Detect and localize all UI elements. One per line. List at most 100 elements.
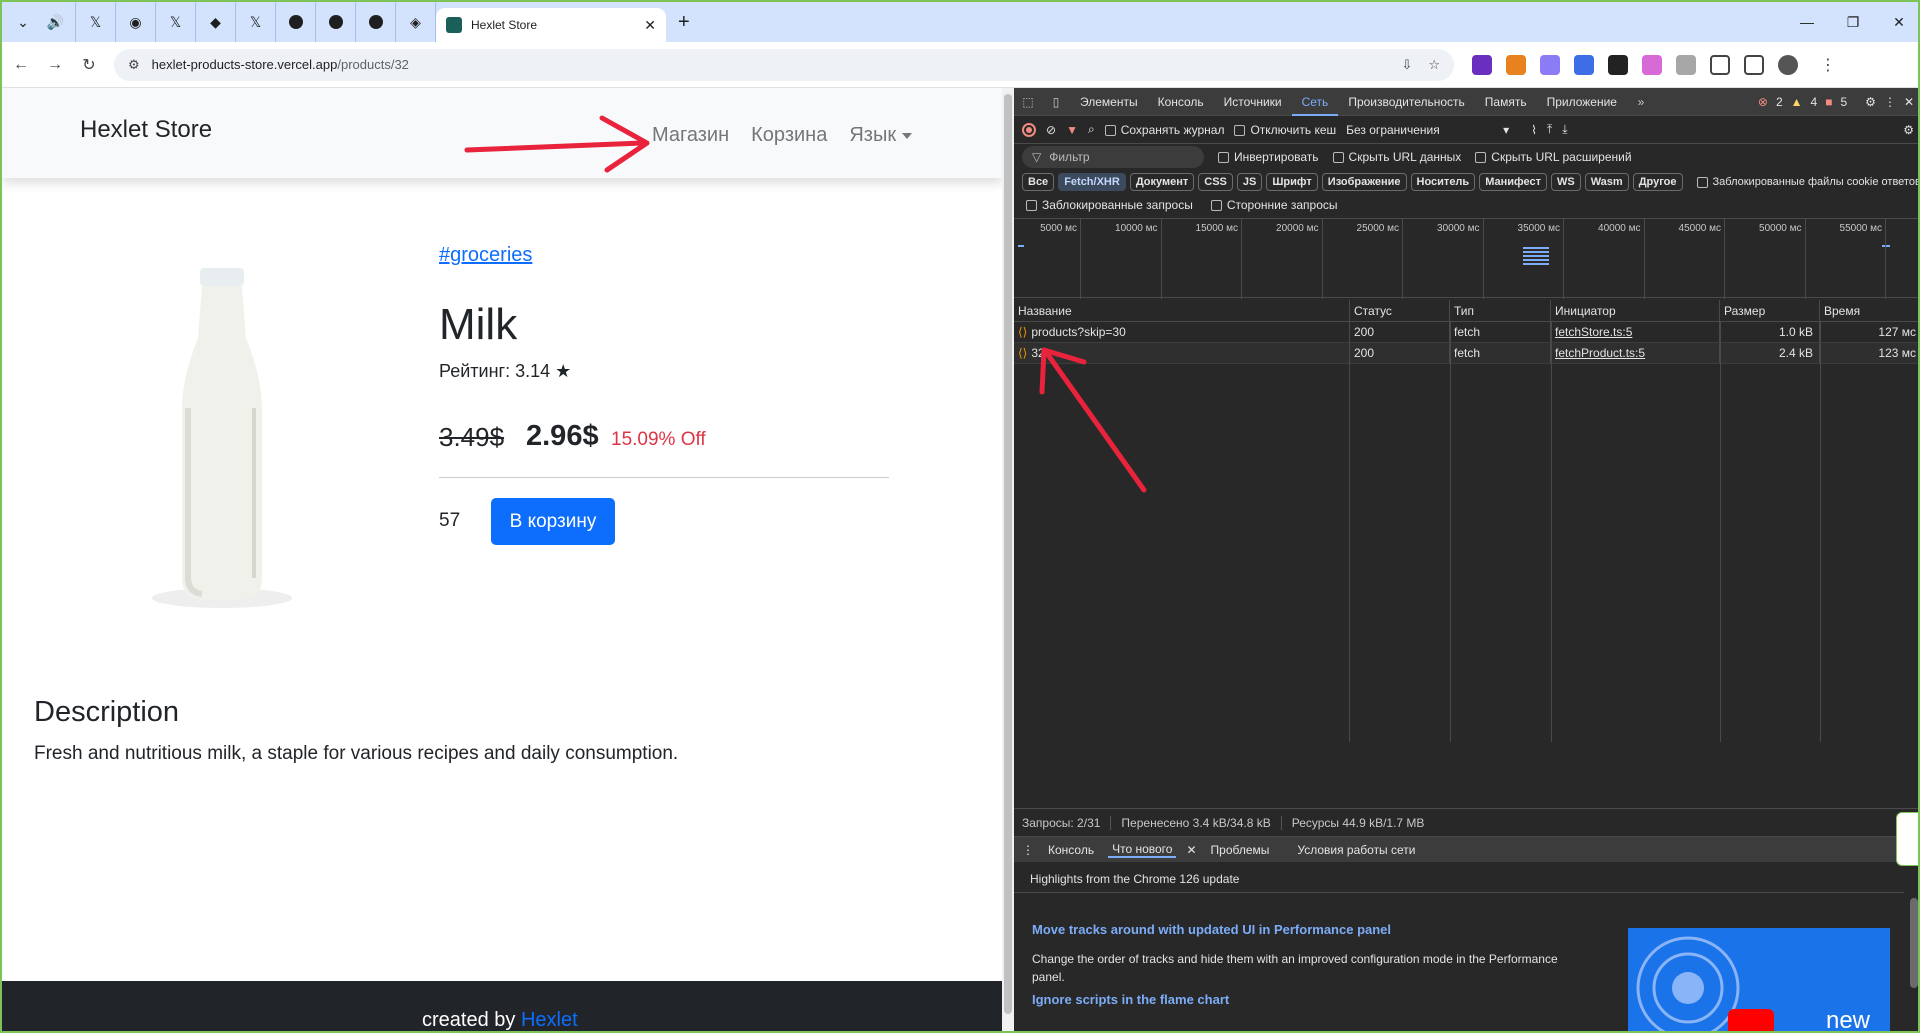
devtools-tab[interactable]: Консоль: [1148, 88, 1214, 116]
close-drawer-tab-icon[interactable]: ✕: [1186, 843, 1196, 857]
type-chip[interactable]: Изображение: [1321, 173, 1407, 191]
extension-icon[interactable]: [1472, 54, 1492, 75]
nav-shop-link[interactable]: Магазин: [652, 124, 729, 147]
devtools-tab[interactable]: Источники: [1214, 88, 1292, 116]
tab-search-icon[interactable]: ⌄: [10, 9, 36, 35]
type-chip[interactable]: CSS: [1198, 173, 1233, 191]
address-bar[interactable]: ⚙ hexlet-products-store.vercel.app/produ…: [114, 48, 1454, 81]
disable-cache-checkbox[interactable]: Отключить кеш: [1234, 123, 1336, 137]
pinned-tab[interactable]: ◉: [116, 2, 156, 42]
third-party-checkbox[interactable]: Сторонние запросы: [1210, 198, 1338, 212]
whats-new-item-title[interactable]: Move tracks around with updated UI in Pe…: [1032, 922, 1391, 937]
type-chip[interactable]: Все: [1022, 173, 1055, 191]
inspect-element-icon[interactable]: ⬚: [1014, 95, 1042, 109]
pinned-tab[interactable]: ◆: [196, 2, 236, 42]
devtools-tab[interactable]: Элементы: [1070, 88, 1148, 116]
col-initiator[interactable]: Инициатор: [1551, 300, 1720, 321]
brand-link[interactable]: Hexlet Store: [80, 116, 212, 144]
drawer-scrollbar[interactable]: [1910, 898, 1918, 988]
language-dropdown[interactable]: Язык: [849, 124, 913, 147]
type-chip-selected[interactable]: Fetch/XHR: [1058, 173, 1126, 191]
github-tab[interactable]: [276, 2, 316, 42]
filter-icon[interactable]: ▼: [1066, 123, 1078, 137]
category-tag-link[interactable]: #groceries: [439, 244, 532, 267]
col-size[interactable]: Размер: [1720, 300, 1820, 321]
devtools-tab[interactable]: Память: [1475, 88, 1537, 116]
filter-input[interactable]: ▽ Фильтр: [1022, 146, 1204, 168]
network-settings-icon[interactable]: ⚙: [1903, 123, 1918, 137]
reload-icon[interactable]: ↻: [74, 55, 104, 75]
network-overview[interactable]: 5000 мс 10000 мс 15000 мс 20000 мс 25000 мс 3…: [1014, 218, 1918, 299]
type-chip[interactable]: Другое: [1632, 173, 1683, 191]
extensions-puzzle-icon[interactable]: [1710, 54, 1730, 75]
devtools-tab[interactable]: Производительность: [1338, 88, 1474, 116]
whats-new-video-thumbnail[interactable]: new: [1628, 928, 1890, 1031]
table-row[interactable]: ⟨⟩ 32 200 fetch fetchProduct.ts:5 2.4 kB …: [1014, 343, 1918, 364]
type-chip[interactable]: Документ: [1129, 173, 1195, 191]
type-chip[interactable]: Wasm: [1584, 173, 1629, 191]
type-chip[interactable]: JS: [1236, 173, 1263, 191]
avatar[interactable]: [1778, 54, 1798, 75]
hide-ext-urls-checkbox[interactable]: Скрыть URL расширений: [1475, 150, 1632, 164]
throttling-select[interactable]: Без ограничения ▾: [1346, 123, 1509, 137]
extension-icon[interactable]: [1676, 54, 1696, 75]
install-app-icon[interactable]: ⇩: [1401, 57, 1412, 73]
close-window-icon[interactable]: ✕: [1876, 2, 1918, 42]
reading-list-icon[interactable]: [1744, 54, 1764, 75]
new-tab-icon[interactable]: +: [678, 11, 690, 34]
more-tabs-icon[interactable]: »: [1627, 95, 1655, 109]
extension-icon[interactable]: [1574, 54, 1594, 75]
github-tab[interactable]: [316, 2, 356, 42]
pinned-tab[interactable]: 𝕏: [76, 2, 116, 42]
close-devtools-icon[interactable]: ✕: [1904, 95, 1914, 109]
type-chip[interactable]: Шрифт: [1266, 173, 1318, 191]
drawer-tab[interactable]: Проблемы: [1207, 843, 1274, 857]
preserve-log-checkbox[interactable]: Сохранять журнал: [1104, 123, 1224, 137]
restore-icon[interactable]: ❐: [1830, 2, 1876, 42]
devtools-badges[interactable]: ⊗ 2 ▲ 4 ■ 5 ⚙ ⋮ ✕: [1758, 95, 1918, 109]
minimize-icon[interactable]: —: [1784, 2, 1830, 42]
col-name[interactable]: Название: [1014, 300, 1350, 321]
table-row[interactable]: ⟨⟩ products?skip=30 200 fetch fetchStore.…: [1014, 322, 1918, 343]
close-tab-icon[interactable]: ✕: [644, 17, 656, 34]
invert-checkbox[interactable]: Инвертировать: [1218, 150, 1319, 164]
type-chip[interactable]: WS: [1550, 173, 1581, 191]
github-tab[interactable]: [356, 2, 396, 42]
col-time[interactable]: Время: [1820, 300, 1918, 321]
drawer-tab-whats-new[interactable]: Что нового: [1108, 842, 1177, 858]
import-har-icon[interactable]: ⤒: [1547, 122, 1552, 137]
active-tab[interactable]: Hexlet Store ✕: [436, 8, 666, 42]
request-initiator-link[interactable]: fetchStore.ts:5: [1555, 325, 1632, 339]
footer-author-link[interactable]: Hexlet: [521, 1009, 578, 1031]
col-status[interactable]: Статус: [1350, 300, 1450, 321]
forward-icon[interactable]: →: [40, 56, 70, 74]
extension-icon[interactable]: [1540, 54, 1560, 75]
record-icon[interactable]: [1022, 122, 1036, 137]
site-info-icon[interactable]: ⚙: [128, 57, 140, 73]
hide-data-urls-checkbox[interactable]: Скрыть URL данных: [1332, 150, 1461, 164]
metamask-icon[interactable]: [1506, 54, 1526, 75]
drawer-tab[interactable]: Консоль: [1044, 843, 1098, 857]
add-to-cart-button[interactable]: В корзину: [491, 498, 615, 545]
extension-icon[interactable]: [1608, 54, 1628, 75]
whats-new-item-title[interactable]: Ignore scripts in the flame chart: [1032, 992, 1229, 1007]
pinned-tab[interactable]: 𝕏: [156, 2, 196, 42]
devtools-tab-network[interactable]: Сеть: [1291, 88, 1339, 116]
devtools-menu-icon[interactable]: ⋮: [1884, 95, 1896, 109]
network-conditions-icon[interactable]: ⌇: [1531, 123, 1537, 137]
drawer-menu-icon[interactable]: ⋮: [1022, 843, 1034, 857]
back-icon[interactable]: ←: [6, 56, 36, 74]
col-type[interactable]: Тип: [1450, 300, 1551, 321]
side-extension-widget[interactable]: [1896, 812, 1918, 866]
pinned-tab[interactable]: 𝕏: [236, 2, 276, 42]
devtools-tab[interactable]: Приложение: [1537, 88, 1627, 116]
pinned-tab[interactable]: 🔊: [36, 2, 76, 42]
settings-gear-icon[interactable]: ⚙: [1865, 95, 1876, 109]
type-chip[interactable]: Манифест: [1479, 173, 1547, 191]
request-initiator-link[interactable]: fetchProduct.ts:5: [1555, 346, 1645, 360]
search-icon[interactable]: ⌕: [1088, 122, 1095, 137]
page-scrollbar-thumb[interactable]: [1004, 94, 1012, 1014]
nav-cart-link[interactable]: Корзина: [751, 124, 827, 147]
kebab-menu-icon[interactable]: ⋮: [1820, 55, 1836, 75]
pinned-tab[interactable]: ◈: [396, 2, 436, 42]
